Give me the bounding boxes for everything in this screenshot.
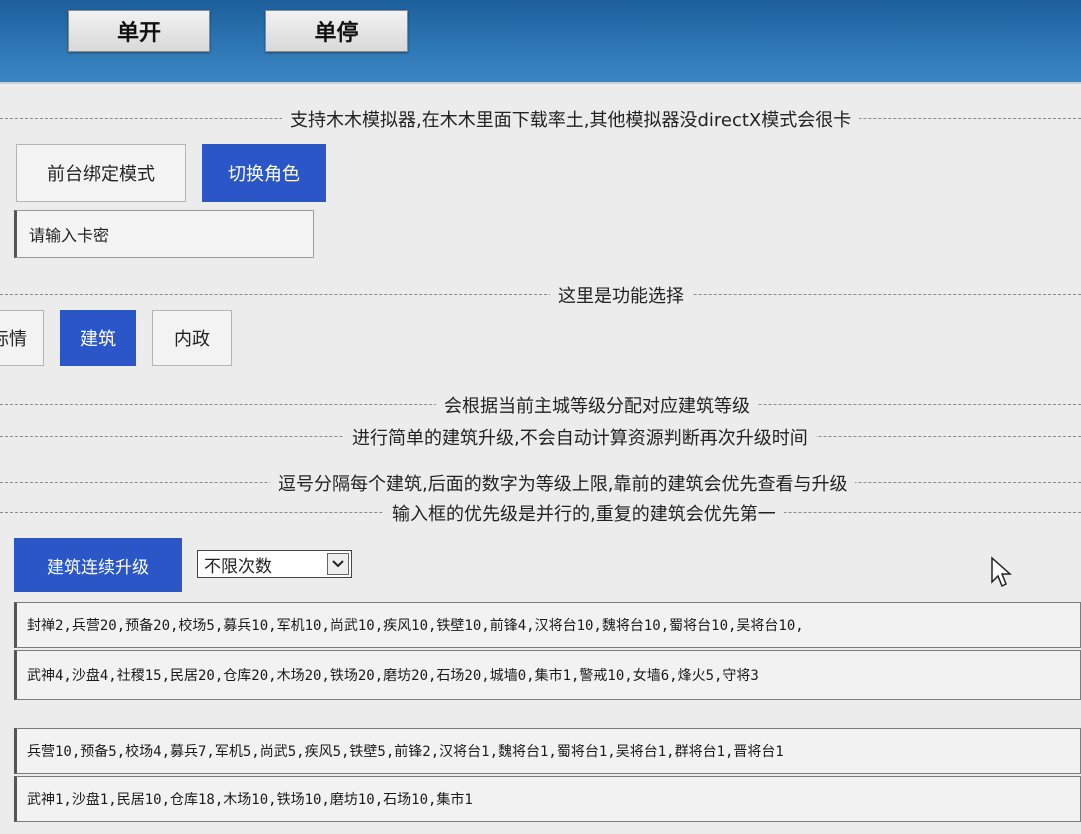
function-divider bbox=[0, 294, 1081, 295]
tab-intel[interactable]: 标情 bbox=[0, 310, 44, 366]
main-panel: 支持木木模拟器,在木木里面下载率土,其他模拟器没directX模式会很卡 前台绑… bbox=[0, 82, 1081, 834]
upgrade-count-value: 不限次数 bbox=[204, 556, 272, 577]
hint-line-3: 逗号分隔每个建筑,后面的数字为等级上限,靠前的建筑会优先查看与升级 bbox=[270, 470, 856, 496]
switch-role-button[interactable]: 切换角色 bbox=[202, 144, 326, 202]
hint-line-2: 进行简单的建筑升级,不会自动计算资源判断再次升级时间 bbox=[344, 424, 816, 450]
build-list-row[interactable]: 武神4,沙盘4,社稷15,民居20,仓库20,木场20,铁场20,磨坊20,石场… bbox=[14, 650, 1081, 700]
mouse-cursor-icon bbox=[991, 556, 1012, 588]
top-toolbar: 单开 单停 bbox=[0, 0, 1081, 82]
single-start-button[interactable]: 单开 bbox=[68, 10, 210, 52]
build-list-row[interactable]: 武神1,沙盘1,民居10,仓库18,木场10,铁场10,磨坊10,石场10,集市… bbox=[14, 776, 1081, 822]
build-list-row[interactable]: 兵营10,预备5,校场4,募兵7,军机5,尚武5,疾风5,铁壁5,前锋2,汉将台… bbox=[14, 728, 1081, 774]
hint-line-1: 会根据当前主城等级分配对应建筑等级 bbox=[436, 392, 758, 418]
tab-building[interactable]: 建筑 bbox=[60, 310, 136, 366]
function-section-caption: 这里是功能选择 bbox=[550, 282, 692, 308]
continuous-upgrade-button[interactable]: 建筑连续升级 bbox=[14, 538, 182, 592]
card-key-input[interactable]: 请输入卡密 bbox=[14, 210, 314, 258]
upgrade-count-select[interactable]: 不限次数 bbox=[197, 550, 352, 578]
tab-internal-affairs[interactable]: 内政 bbox=[152, 310, 232, 366]
emulator-notice: 支持木木模拟器,在木木里面下载率土,其他模拟器没directX模式会很卡 bbox=[282, 106, 860, 132]
build-list-row[interactable]: 封禅2,兵营20,预备20,校场5,募兵10,军机10,尚武10,疾风10,铁壁… bbox=[14, 602, 1081, 648]
chevron-down-icon[interactable] bbox=[327, 553, 349, 575]
single-stop-button[interactable]: 单停 bbox=[265, 10, 408, 52]
foreground-bind-mode-button[interactable]: 前台绑定模式 bbox=[16, 144, 186, 202]
hint-line-4: 输入框的优先级是并行的,重复的建筑会优先第一 bbox=[384, 500, 784, 526]
